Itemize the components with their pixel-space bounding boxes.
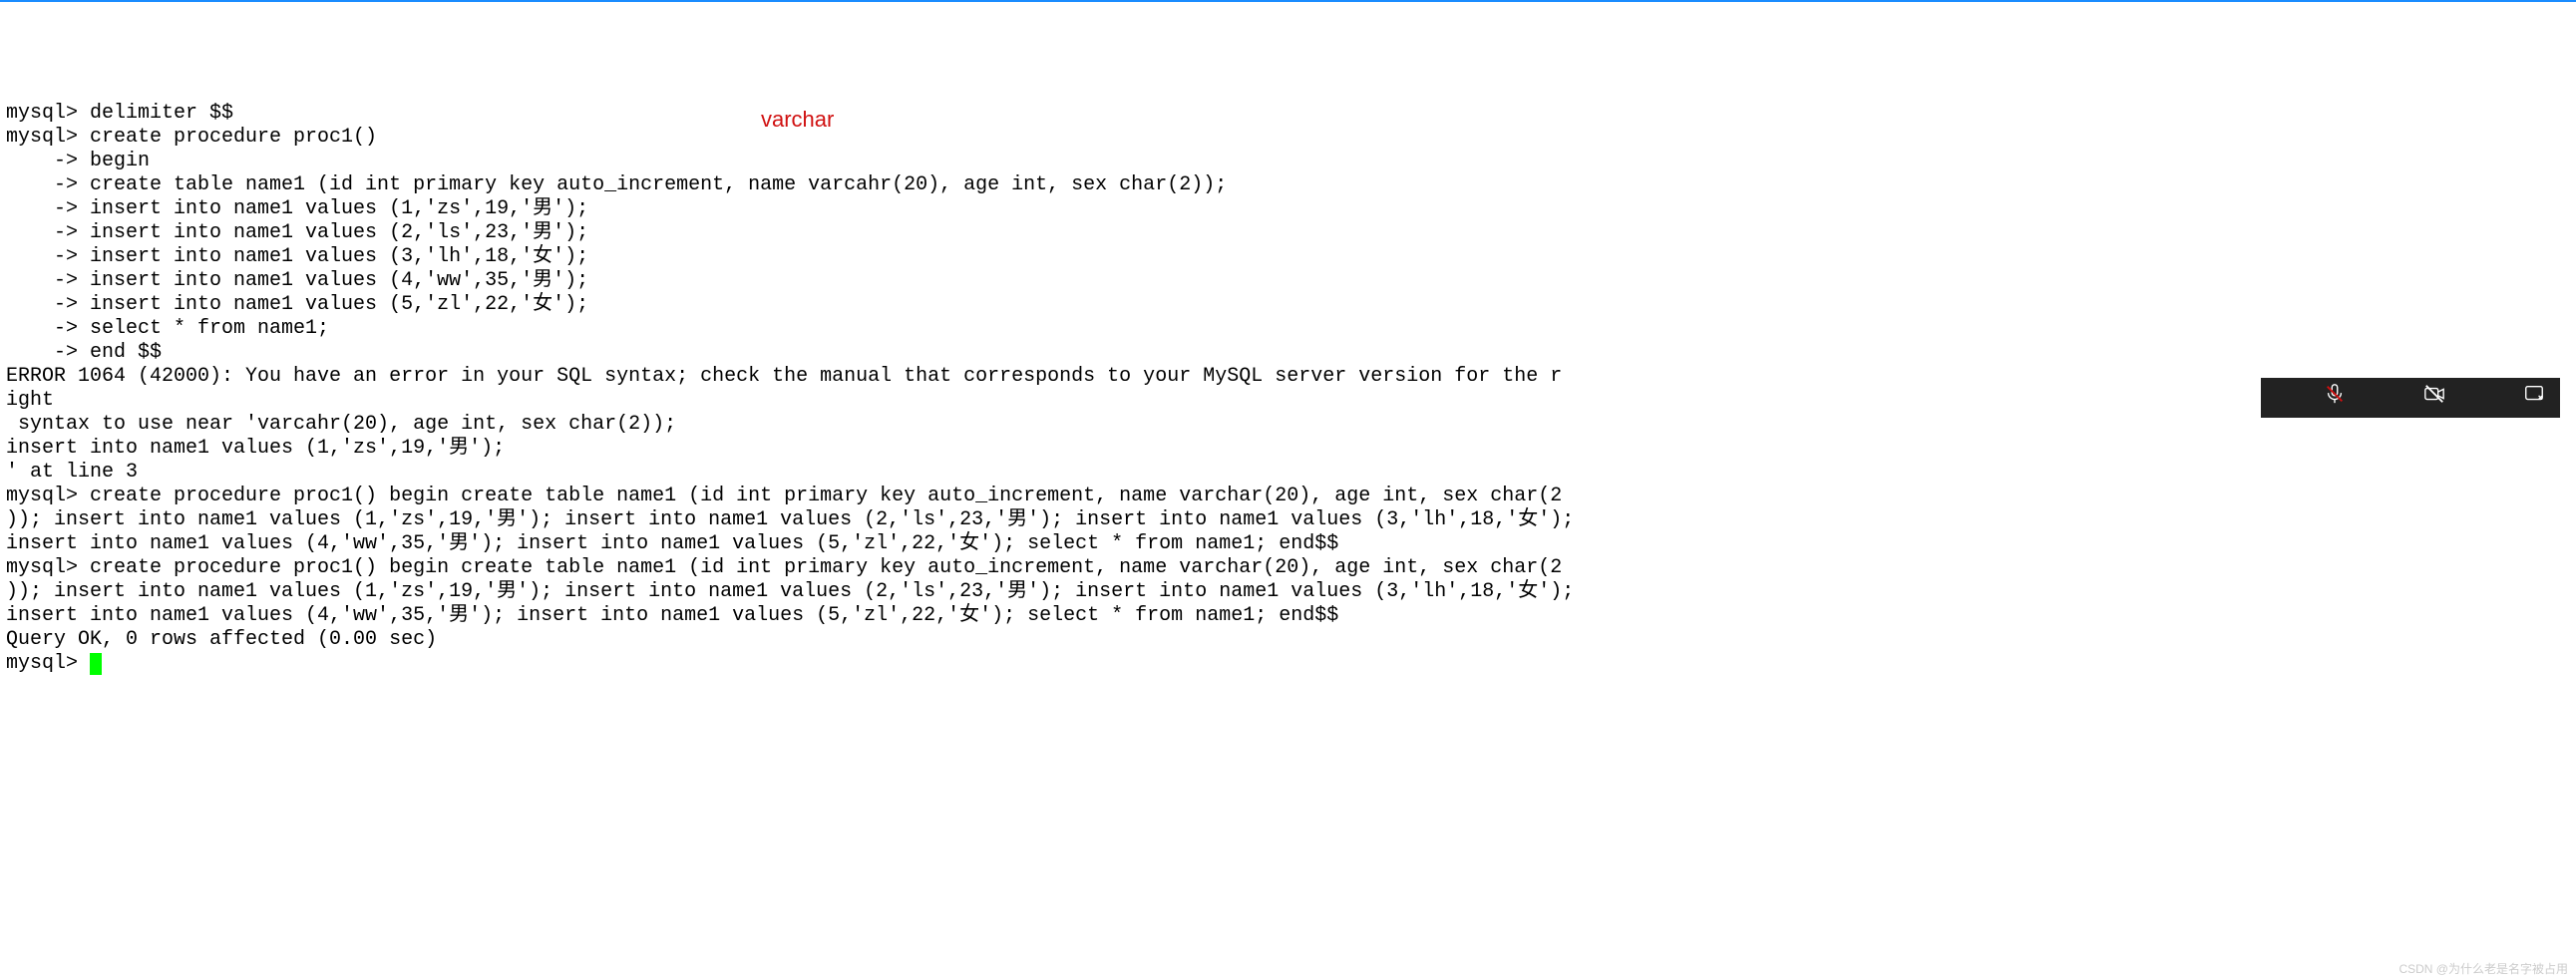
terminal-line: )); insert into name1 values (1,'zs',19,… bbox=[6, 580, 2570, 604]
terminal-line: -> end $$ bbox=[6, 341, 2570, 365]
terminal-line: syntax to use near 'varcahr(20), age int… bbox=[6, 413, 2570, 437]
terminal-line: -> insert into name1 values (1,'zs',19,'… bbox=[6, 197, 2570, 221]
terminal-line: )); insert into name1 values (1,'zs',19,… bbox=[6, 508, 2570, 532]
terminal-line: insert into name1 values (4,'ww',35,'男')… bbox=[6, 532, 2570, 556]
camera-muted-icon[interactable] bbox=[2376, 359, 2445, 437]
terminal-line: mysql> create procedure proc1() begin cr… bbox=[6, 556, 2570, 580]
terminal-line: -> insert into name1 values (2,'ls',23,'… bbox=[6, 221, 2570, 245]
share-screen-icon[interactable] bbox=[2475, 359, 2545, 437]
terminal-line: -> select * from name1; bbox=[6, 317, 2570, 341]
terminal-line: Query OK, 0 rows affected (0.00 sec) bbox=[6, 628, 2570, 652]
terminal-line: ight bbox=[6, 389, 2570, 413]
terminal-line: ERROR 1064 (42000): You have an error in… bbox=[6, 365, 2570, 389]
terminal-line: insert into name1 values (4,'ww',35,'男')… bbox=[6, 604, 2570, 628]
csdn-watermark: CSDN @为什么老是名字被占用 bbox=[2398, 962, 2568, 976]
terminal-line: -> insert into name1 values (5,'zl',22,'… bbox=[6, 293, 2570, 317]
terminal-line: mysql> create procedure proc1() bbox=[6, 126, 2570, 150]
terminal-line: insert into name1 values (1,'zs',19,'男')… bbox=[6, 437, 2570, 461]
terminal-line: ' at line 3 bbox=[6, 461, 2570, 485]
mic-muted-icon[interactable] bbox=[2276, 359, 2346, 437]
terminal-line: mysql> delimiter $$ bbox=[6, 102, 2570, 126]
terminal-line: -> create table name1 (id int primary ke… bbox=[6, 173, 2570, 197]
typo-annotation: varchar bbox=[761, 107, 834, 133]
terminal-prompt[interactable]: mysql> bbox=[6, 652, 2570, 676]
terminal-line: -> insert into name1 values (3,'lh',18,'… bbox=[6, 245, 2570, 269]
terminal-output[interactable]: mysql> delimiter $$mysql> create procedu… bbox=[6, 102, 2570, 676]
terminal-line: -> begin bbox=[6, 150, 2570, 173]
cursor bbox=[90, 653, 102, 675]
terminal-line: mysql> create procedure proc1() begin cr… bbox=[6, 485, 2570, 508]
conference-control-bar bbox=[2261, 378, 2560, 418]
terminal-line: -> insert into name1 values (4,'ww',35,'… bbox=[6, 269, 2570, 293]
